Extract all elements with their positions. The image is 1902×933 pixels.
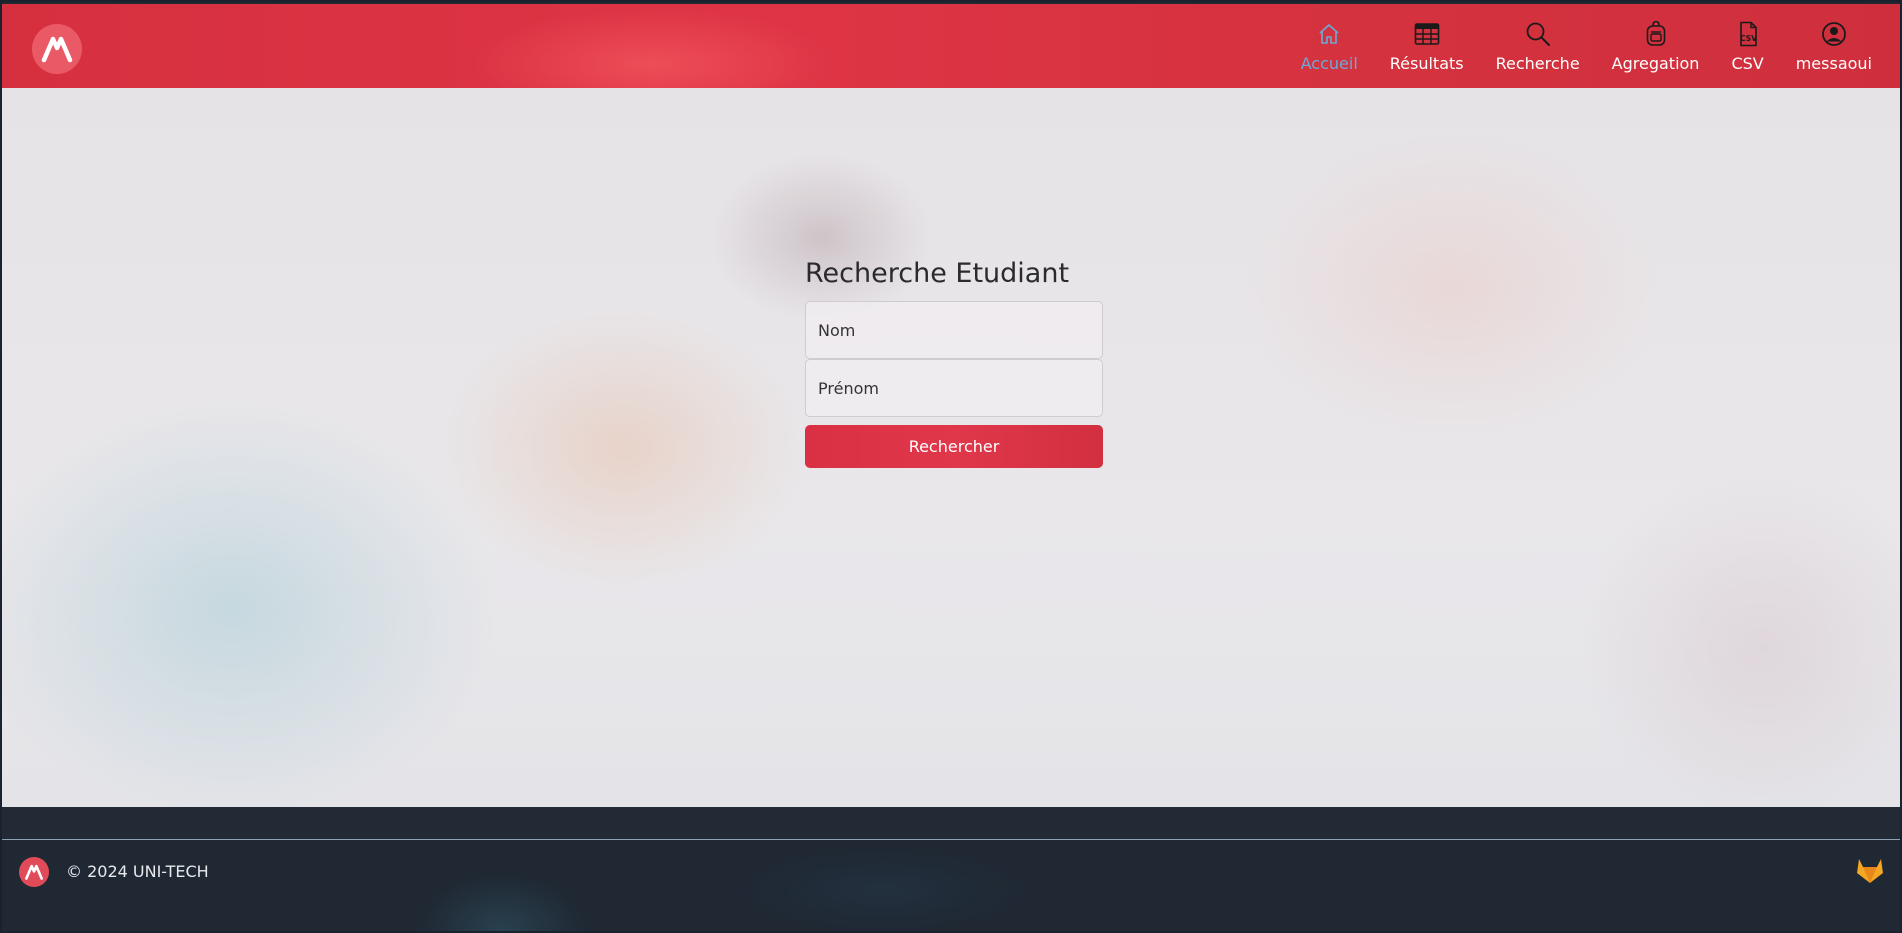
brand-logo-icon [41, 36, 73, 63]
page-title: Recherche Etudiant [805, 258, 1070, 289]
footer-logo-icon [25, 864, 43, 880]
nav-item-agregation[interactable]: Agregation [1611, 20, 1700, 73]
user-circle-icon [1820, 20, 1848, 48]
home-icon [1315, 20, 1343, 48]
footer-copyright: © 2024 UNI-TECH [66, 862, 209, 881]
footer-spacer [2, 807, 1900, 839]
nav-label-accueil: Accueil [1300, 54, 1358, 73]
nav-item-accueil[interactable]: Accueil [1301, 20, 1358, 73]
svg-text:CSV: CSV [1740, 34, 1757, 43]
csv-file-icon: CSV [1734, 20, 1762, 48]
footer: © 2024 UNI-TECH [2, 840, 1900, 931]
prenom-field[interactable] [805, 359, 1103, 417]
nav-label-recherche: Recherche [1495, 54, 1580, 73]
app-window: Accueil Résultats Recherche Agregation C… [0, 0, 1902, 933]
nav-item-user[interactable]: messaoui [1796, 20, 1872, 73]
student-search-form: Recherche Etudiant Rechercher [805, 258, 1103, 468]
gitlab-icon[interactable] [1854, 854, 1886, 886]
nav-item-csv[interactable]: CSV CSV [1731, 20, 1764, 73]
backpack-icon [1642, 20, 1670, 48]
nav-label-resultats: Résultats [1389, 54, 1464, 73]
navbar: Accueil Résultats Recherche Agregation C… [2, 2, 1900, 88]
nav-item-recherche[interactable]: Recherche [1496, 20, 1580, 73]
brand-logo[interactable] [32, 24, 82, 74]
table-icon [1413, 20, 1441, 48]
nav-item-resultats[interactable]: Résultats [1390, 20, 1464, 73]
nav-label-csv: CSV [1731, 54, 1764, 73]
footer-logo[interactable] [19, 857, 49, 887]
nav-label-user: messaoui [1795, 54, 1872, 73]
nav-label-agregation: Agregation [1611, 54, 1700, 73]
search-button[interactable]: Rechercher [805, 425, 1103, 468]
search-icon [1524, 20, 1552, 48]
nav-menu: Accueil Résultats Recherche Agregation C… [1269, 20, 1872, 73]
nom-field[interactable] [805, 301, 1103, 359]
